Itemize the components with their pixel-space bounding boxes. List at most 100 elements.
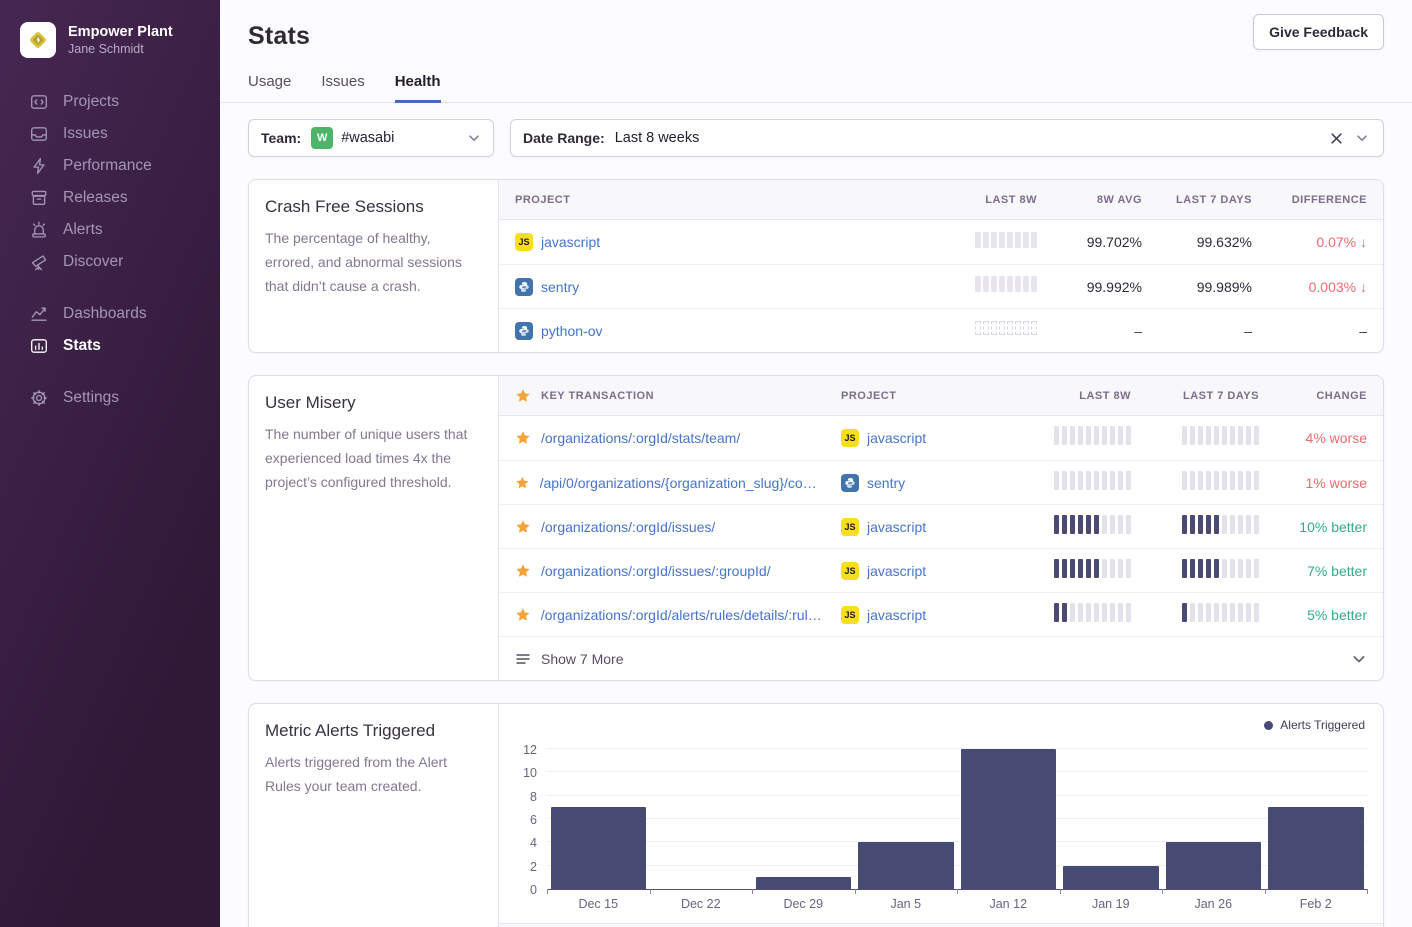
sidebar-item-stats[interactable]: Stats [0, 330, 220, 362]
bar[interactable] [1268, 807, 1364, 889]
javascript-platform-icon: JS [841, 606, 859, 624]
axis-tick [855, 889, 856, 894]
team-select[interactable]: Team: W #wasabi [248, 119, 494, 157]
bar[interactable] [1063, 866, 1159, 889]
panel-title: User Misery [265, 393, 482, 413]
sidebar-item-performance[interactable]: Performance [0, 150, 220, 182]
org-switcher[interactable]: Empower Plant Jane Schmidt [0, 0, 220, 58]
last-7d-cell [1131, 559, 1259, 583]
column-header: KEY TRANSACTION [541, 390, 654, 402]
sidebar-item-releases[interactable]: Releases [0, 182, 220, 214]
change-value: 7% better [1259, 563, 1367, 579]
bar[interactable] [858, 842, 954, 889]
show-more-button[interactable]: Show 7 More [499, 636, 1383, 680]
tab-issues[interactable]: Issues [321, 73, 364, 102]
sidebar-item-alerts[interactable]: Alerts [0, 214, 220, 246]
nav-divider [0, 362, 220, 382]
javascript-platform-icon: JS [841, 518, 859, 536]
transaction-link[interactable]: /organizations/:orgId/issues/ [541, 519, 715, 535]
last-8w-cell [922, 276, 1037, 297]
project-cell: JSjavascript [841, 429, 1009, 447]
tab-usage[interactable]: Usage [248, 73, 291, 102]
misery-score-bar [1131, 471, 1259, 490]
metric-alerts-body: Alerts Triggered 024681012 Dec 15Dec 22D… [499, 704, 1383, 927]
chart-legend[interactable]: Alerts Triggered [1264, 718, 1365, 732]
nav-divider [0, 278, 220, 298]
close-icon [1330, 132, 1343, 145]
star-icon[interactable] [515, 563, 531, 579]
panel-title: Metric Alerts Triggered [265, 721, 482, 741]
project-cell: python-ov [515, 322, 922, 340]
project-link[interactable]: javascript [867, 607, 926, 623]
date-range-select[interactable]: Date Range: Last 8 weeks [510, 119, 1384, 157]
sidebar-item-label: Settings [63, 389, 119, 407]
give-feedback-button[interactable]: Give Feedback [1253, 14, 1384, 50]
sidebar-item-label: Projects [63, 93, 119, 111]
bar-slot [1265, 726, 1368, 889]
project-cell: sentry [515, 278, 922, 296]
transaction-link[interactable]: /organizations/:orgId/alerts/rules/detai… [541, 607, 827, 623]
date-range-label: Date Range: [523, 130, 605, 146]
transaction-link[interactable]: /organizations/:orgId/stats/team/ [541, 430, 740, 446]
last-7d-cell [1131, 426, 1259, 450]
discover-icon [30, 253, 48, 271]
bar[interactable] [1166, 842, 1262, 889]
star-icon[interactable] [515, 607, 531, 623]
project-link[interactable]: javascript [541, 234, 600, 250]
org-identity: Empower Plant Jane Schmidt [68, 23, 173, 57]
sidebar-item-settings[interactable]: Settings [0, 382, 220, 414]
y-axis: 024681012 [515, 726, 547, 890]
sidebar-item-discover[interactable]: Discover [0, 246, 220, 278]
alerts-icon [30, 221, 48, 239]
axis-tick [957, 889, 958, 894]
team-value: #wasabi [341, 130, 394, 146]
project-link[interactable]: javascript [867, 519, 926, 535]
last-7d-cell [1131, 603, 1259, 627]
bar[interactable] [961, 749, 1057, 889]
misery-score-bar [1131, 515, 1259, 534]
bar[interactable] [756, 877, 852, 889]
project-link[interactable]: python-ov [541, 323, 602, 339]
date-range-dropdown-button[interactable] [1353, 129, 1371, 147]
difference-value: 0.07% ↓ [1252, 234, 1367, 250]
clear-date-range-button[interactable] [1328, 130, 1345, 147]
column-header: PROJECT [515, 194, 922, 206]
avg-8w-value: – [1037, 323, 1142, 339]
projects-icon [30, 93, 48, 111]
x-tick-label: Jan 12 [957, 897, 1060, 911]
star-icon[interactable] [515, 430, 531, 446]
panel-text: The number of unique users that experien… [265, 423, 482, 494]
x-tick-label: Dec 29 [752, 897, 855, 911]
sidebar-item-issues[interactable]: Issues [0, 118, 220, 150]
table-row: JSjavascript99.702%99.632%0.07% ↓ [499, 220, 1383, 264]
plot [547, 726, 1367, 890]
sidebar-nav: Projects Issues Performance Releases Ale… [0, 86, 220, 414]
axis-tick [1367, 889, 1368, 894]
table-body: JSjavascript99.702%99.632%0.07% ↓sentry9… [499, 220, 1383, 352]
project-link[interactable]: javascript [867, 430, 926, 446]
star-icon[interactable] [515, 475, 530, 491]
star-icon[interactable] [515, 519, 531, 535]
project-link[interactable]: sentry [867, 475, 905, 491]
project-link[interactable]: javascript [867, 563, 926, 579]
project-cell: JSjavascript [841, 562, 1009, 580]
misery-score-bar [1009, 559, 1131, 578]
bar[interactable] [551, 807, 647, 889]
column-header: DIFFERENCE [1252, 194, 1367, 206]
sidebar-item-dashboards[interactable]: Dashboards [0, 298, 220, 330]
project-link[interactable]: sentry [541, 279, 579, 295]
sidebar-item-label: Issues [63, 125, 108, 143]
key-transaction-cell: /organizations/:orgId/issues/ [515, 519, 841, 535]
panel-text: The percentage of healthy, errored, and … [265, 227, 482, 298]
sidebar-item-projects[interactable]: Projects [0, 86, 220, 118]
table-row: /organizations/:orgId/issues/JS javascrip… [499, 504, 1383, 548]
bar-slot [547, 726, 650, 889]
metric-alerts-description: Metric Alerts Triggered Alerts triggered… [249, 704, 499, 927]
transaction-link[interactable]: /api/0/organizations/{organization_slug}… [540, 475, 827, 491]
misery-score-bar [1009, 603, 1131, 622]
performance-icon [30, 157, 48, 175]
y-tick-label: 10 [523, 766, 537, 780]
tab-health[interactable]: Health [395, 73, 441, 103]
transaction-link[interactable]: /organizations/:orgId/issues/:groupId/ [541, 563, 771, 579]
table-header: KEY TRANSACTION PROJECT LAST 8W LAST 7 D… [499, 376, 1383, 416]
